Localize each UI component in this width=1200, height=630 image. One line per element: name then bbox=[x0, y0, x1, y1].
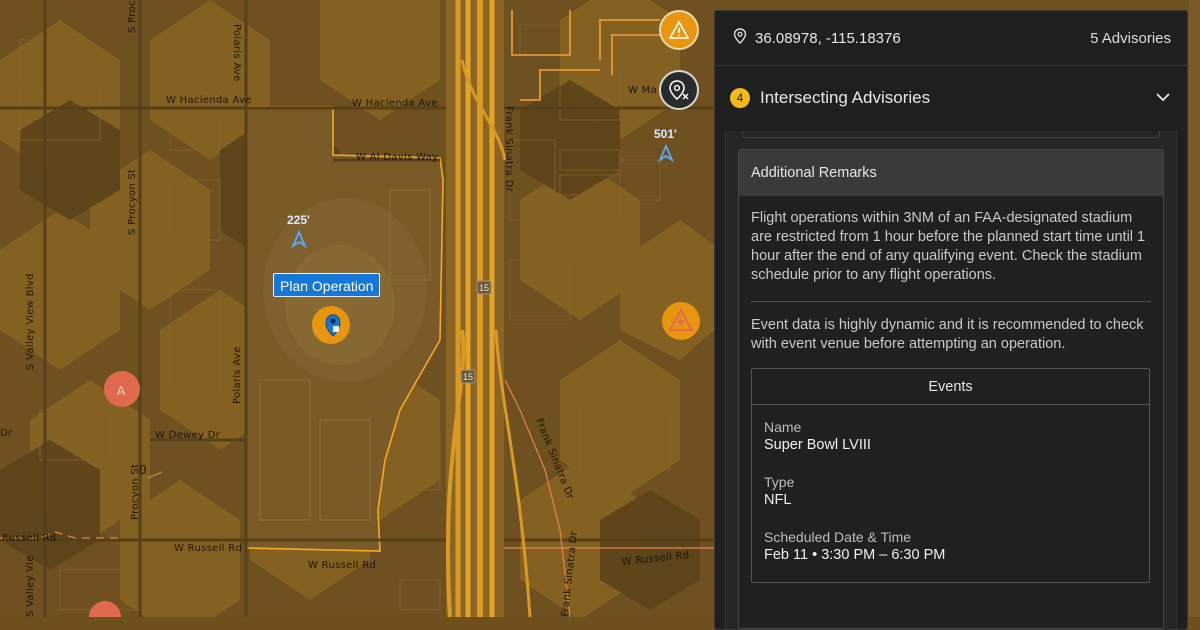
interstate-shield-lower: 15 bbox=[460, 369, 476, 384]
events-table: Events Name Super Bowl LVIII Type NFL Sc… bbox=[751, 368, 1150, 583]
label-w-ma: W Ma bbox=[628, 85, 657, 96]
chevron-down-icon[interactable] bbox=[1155, 89, 1171, 107]
stadium-field bbox=[285, 245, 395, 365]
label-w-russell-mid: W Russell Rd bbox=[308, 560, 376, 571]
label-w-dewey-dr: W Dewey Dr bbox=[155, 430, 221, 441]
event-name-value: Super Bowl LVIII bbox=[764, 437, 871, 453]
label-s-procyon-top: S Proc bbox=[127, 0, 138, 33]
remarks-paragraph-2: Event data is highly dynamic and it is r… bbox=[751, 317, 1144, 352]
coordinates-text: 36.08978, -115.18376 bbox=[755, 29, 901, 47]
event-datetime-label: Scheduled Date & Time bbox=[764, 529, 912, 545]
warning-triangle-icon[interactable] bbox=[659, 10, 699, 50]
drone-location-pin-icon[interactable] bbox=[312, 306, 350, 344]
remarks-paragraph-1: Flight operations within 3NM of an FAA-d… bbox=[751, 210, 1146, 283]
label-dr-edge: Dr bbox=[0, 428, 13, 439]
advisory-panel: 36.08978, -115.18376 5 Advisories 4 Inte… bbox=[714, 10, 1188, 630]
event-type-label: Type bbox=[764, 474, 795, 490]
lightning-hazard-icon[interactable] bbox=[662, 302, 700, 340]
event-type-value: NFL bbox=[764, 492, 792, 508]
event-name-label: Name bbox=[764, 419, 802, 435]
radio-tower-icon[interactable]: A bbox=[104, 371, 140, 407]
advisories-count[interactable]: 5 Advisories bbox=[1090, 30, 1171, 47]
label-russell-edge: Russell Rd bbox=[2, 533, 56, 544]
label-s-valley-view-south: S Valley Vie bbox=[25, 555, 36, 617]
location-cancel-icon[interactable] bbox=[659, 70, 699, 110]
altitude-label-225: 225' bbox=[287, 213, 310, 227]
intersecting-advisories-row[interactable]: 4 Intersecting Advisories bbox=[715, 66, 1187, 130]
advisory-section-title: Intersecting Advisories bbox=[760, 88, 931, 107]
events-title: Events bbox=[752, 369, 1149, 405]
advisory-details: Additional Remarks Flight operations wit… bbox=[725, 131, 1177, 629]
remarks-header: Additional Remarks bbox=[739, 150, 1163, 196]
label-w-al-davis-way: W Al Davis Way bbox=[356, 152, 438, 163]
remarks-divider bbox=[751, 301, 1151, 302]
label-w-russell-west: W Russell Rd bbox=[174, 543, 242, 554]
plan-operation-button[interactable]: Plan Operation bbox=[273, 273, 381, 297]
altitude-label-501: 501' bbox=[654, 127, 677, 141]
event-datetime-value: Feb 11 • 3:30 PM – 6:30 PM bbox=[764, 547, 946, 563]
advisory-count-badge: 4 bbox=[730, 88, 750, 108]
label-polaris-south: Polaris Ave bbox=[232, 346, 243, 404]
label-s-procyon-north: S Procyon St bbox=[127, 169, 138, 235]
svg-text:15: 15 bbox=[463, 372, 473, 382]
label-s-valley-view: S Valley View Blvd bbox=[25, 273, 36, 370]
svg-text:A: A bbox=[117, 384, 126, 398]
label-zero: 0 bbox=[139, 463, 147, 477]
label-w-hacienda-east: W Hacienda Ave bbox=[352, 98, 438, 109]
label-w-hacienda-west: W Hacienda Ave bbox=[166, 95, 252, 106]
interstate-shield-upper: 15 bbox=[476, 280, 492, 295]
collapsed-card-edge bbox=[742, 131, 1160, 138]
svg-text:15: 15 bbox=[479, 283, 489, 293]
label-frank-sinatra-north: Frank Sinatra Dr bbox=[503, 106, 514, 193]
label-polaris-north: Polaris Ave bbox=[231, 24, 242, 82]
map-edge-right bbox=[1189, 0, 1200, 617]
panel-header: 36.08978, -115.18376 5 Advisories bbox=[715, 11, 1187, 66]
additional-remarks-card: Additional Remarks Flight operations wit… bbox=[738, 149, 1164, 629]
location-pin-icon bbox=[733, 28, 747, 48]
